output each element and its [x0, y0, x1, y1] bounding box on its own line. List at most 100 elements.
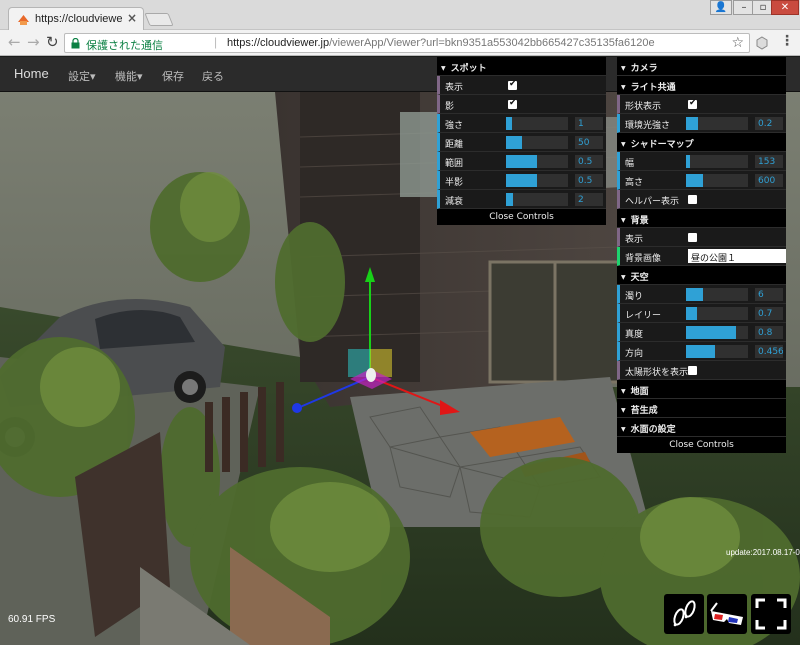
folder-title-text: 地面	[630, 387, 649, 397]
scene-checkbox-row: 形状表示 ✔	[617, 95, 786, 114]
spot-slider[interactable]	[506, 193, 568, 206]
spot-checkbox[interactable]: ✔	[508, 79, 517, 90]
spot-value-input[interactable]: 2	[575, 193, 603, 206]
scene-slider[interactable]	[686, 345, 748, 358]
3d-viewer[interactable]: Home 設定▾ 機能▾ 保存 戻る ▼ スポット 表示 ✔ 影 ✔ 強さ 1 距離 50 範囲 0.…	[0, 57, 800, 645]
scene-slider-fill	[686, 288, 704, 301]
home-link[interactable]: Home	[14, 66, 49, 81]
reload-icon[interactable]: ↻	[46, 34, 59, 51]
scene-value-input[interactable]: 600	[755, 174, 783, 187]
browser-tab[interactable]: https://cloudviewer.jp ×	[8, 7, 144, 31]
back-icon[interactable]: ←	[8, 34, 21, 51]
folder-title-text: スポット	[450, 64, 487, 74]
folder-section[interactable]: ▼ 天空	[617, 266, 786, 285]
scene-slider[interactable]	[686, 326, 748, 339]
folder-section[interactable]: ▼ カメラ	[617, 57, 786, 76]
browser-menu-icon[interactable]: ⋮	[780, 33, 794, 49]
scene-checkbox[interactable]	[688, 195, 697, 204]
folder-title: ▼ 天空	[621, 270, 649, 283]
scene-checkbox[interactable]: ✔	[688, 98, 697, 109]
scene-value-input[interactable]: 0.2	[755, 117, 783, 130]
update-version-label: update:2017.08.17-01	[726, 548, 800, 557]
folder-title-text: シャドーマップ	[630, 140, 694, 150]
scene-value-input[interactable]: 6	[755, 288, 783, 301]
folder-title: ▼ 苔生成	[621, 403, 658, 416]
scene-value-input[interactable]: 0.8	[755, 326, 783, 339]
nav-save-link[interactable]: 保存	[162, 68, 184, 84]
nav-back-link[interactable]: 戻る	[202, 68, 224, 84]
scene-slider-row: 濁り 6	[617, 285, 786, 304]
spot-slider[interactable]	[506, 155, 568, 168]
scene-slider[interactable]	[686, 288, 748, 301]
close-controls-button[interactable]: Close Controls	[617, 437, 786, 453]
profile-icon[interactable]: 👤	[710, 0, 732, 15]
folder-spot[interactable]: ▼ スポット	[437, 57, 606, 76]
folder-title-text: カメラ	[630, 64, 658, 74]
scene-slider[interactable]	[686, 307, 748, 320]
scene-slider-fill	[686, 174, 704, 187]
spot-slider[interactable]	[506, 174, 568, 187]
scene-slider-row: 幅 153	[617, 152, 786, 171]
scene-checkbox[interactable]	[688, 366, 697, 375]
folder-section[interactable]: ▼ シャドーマップ	[617, 133, 786, 152]
scene-slider[interactable]	[686, 155, 748, 168]
folder-arrow-icon: ▼	[621, 65, 626, 72]
forward-icon[interactable]: →	[27, 34, 40, 51]
folder-section[interactable]: ▼ ライト共通	[617, 76, 786, 95]
secure-connection-label: 保護された通信	[86, 39, 163, 52]
spot-slider-row: 半影 0.5	[437, 171, 606, 190]
tab-close-icon[interactable]: ×	[127, 11, 137, 25]
spot-value-input[interactable]: 0.5	[575, 155, 603, 168]
stereo-view-button[interactable]	[707, 594, 747, 634]
bookmark-star-icon[interactable]: ☆	[731, 35, 744, 51]
folder-section[interactable]: ▼ 苔生成	[617, 399, 786, 418]
spot-label: 強さ	[445, 121, 464, 131]
nav-functions-menu[interactable]: 機能▾	[115, 68, 143, 84]
window-close-icon[interactable]: ✕	[771, 0, 799, 15]
scene-value-input[interactable]: 153	[755, 155, 783, 168]
scene-checkbox-row: 表示	[617, 228, 786, 247]
spot-checkbox-row: 表示 ✔	[437, 76, 606, 95]
close-controls-button[interactable]: Close Controls	[437, 209, 606, 225]
scene-label: 太陽形状を表示	[625, 368, 689, 378]
checkmark-icon: ✔	[509, 79, 517, 89]
scene-value-input[interactable]: 0.7	[755, 307, 783, 320]
spot-value-input[interactable]: 50	[575, 136, 603, 149]
folder-arrow-icon: ▼	[621, 426, 626, 433]
folder-arrow-icon: ▼	[621, 84, 626, 91]
folder-section[interactable]: ▼ 地面	[617, 380, 786, 399]
spot-label: 表示	[445, 83, 464, 93]
extension-icon[interactable]	[756, 36, 768, 50]
scene-text-row: 背景画像 昼の公園１	[617, 247, 786, 266]
nav-settings-menu[interactable]: 設定▾	[68, 68, 96, 84]
scene-checkbox[interactable]	[688, 233, 697, 242]
scene-text-input[interactable]: 昼の公園１	[688, 249, 786, 263]
scene-label: 濁り	[625, 292, 644, 302]
folder-title: ▼ 背景	[621, 213, 649, 226]
new-tab-button[interactable]	[144, 13, 174, 26]
scene-slider[interactable]	[686, 174, 748, 187]
spot-value-input[interactable]: 0.5	[575, 174, 603, 187]
folder-title: ▼ 水面の設定	[621, 422, 676, 435]
folder-title-text: ライト共通	[630, 83, 676, 93]
checkmark-icon: ✔	[509, 98, 517, 108]
spot-slider[interactable]	[506, 117, 568, 130]
spot-value-input[interactable]: 1	[575, 117, 603, 130]
url-host: https://cloudviewer.jp	[227, 37, 330, 49]
url-input[interactable]: 保護された通信 | https://cloudviewer.jp/viewerA…	[64, 33, 750, 53]
url-path: /viewerApp/Viewer?url=bkn9351a553042bb66…	[329, 37, 655, 49]
url-text: https://cloudviewer.jp/viewerApp/Viewer?…	[227, 37, 732, 49]
scene-label: 環境光強さ	[625, 121, 671, 131]
spot-label: 半影	[445, 178, 464, 188]
scene-slider[interactable]	[686, 117, 748, 130]
folder-section[interactable]: ▼ 水面の設定	[617, 418, 786, 437]
folder-section[interactable]: ▼ 背景	[617, 209, 786, 228]
scene-value-input[interactable]: 0.4566	[755, 345, 783, 358]
spot-slider-row: 範囲 0.5	[437, 152, 606, 171]
folder-title-text: 苔生成	[630, 406, 658, 416]
spot-slider[interactable]	[506, 136, 568, 149]
scene-controls: ▼ カメラ ▼ ライト共通 形状表示 ✔ 環境光強さ 0.2 ▼ シャドーマップ幅 153 高さ 600…	[617, 57, 786, 453]
walk-mode-button[interactable]	[664, 594, 704, 634]
spot-checkbox[interactable]: ✔	[508, 98, 517, 109]
fullscreen-button[interactable]	[751, 594, 791, 634]
